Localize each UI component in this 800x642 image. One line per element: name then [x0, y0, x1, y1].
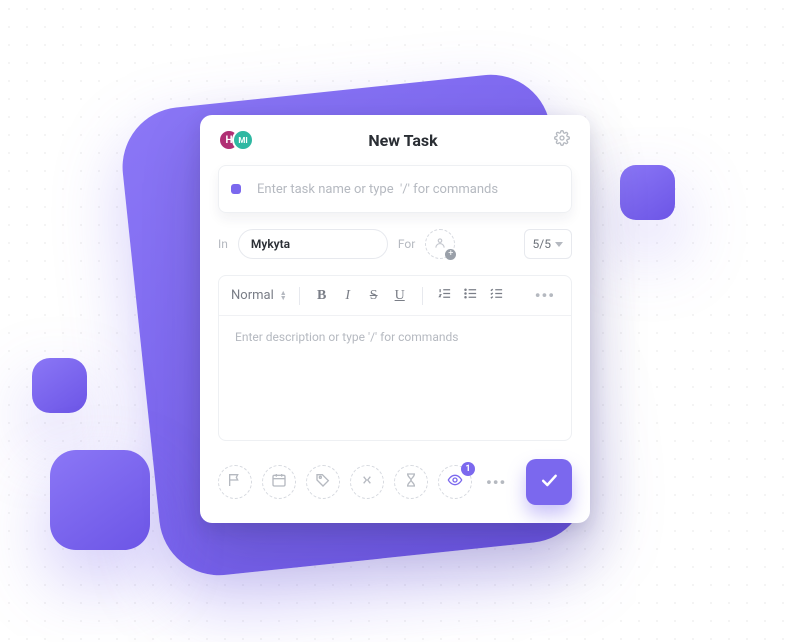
modal-header: H MI New Task: [218, 115, 572, 165]
time-estimate-button[interactable]: [394, 465, 428, 499]
person-icon: [433, 236, 447, 253]
ordered-list-button[interactable]: [435, 286, 455, 306]
decorative-blob: [50, 450, 150, 550]
in-label: In: [218, 237, 228, 251]
strikethrough-button[interactable]: S: [364, 286, 384, 306]
hourglass-icon: [403, 472, 419, 492]
dependencies-button[interactable]: [350, 465, 384, 499]
decorative-blob: [620, 165, 675, 220]
watchers-count-badge: 1: [461, 462, 475, 476]
create-task-button[interactable]: [526, 459, 572, 505]
toolbar-separator: [299, 287, 300, 305]
modal-title: New Task: [368, 131, 437, 150]
workspace-avatars[interactable]: H MI: [218, 129, 254, 151]
due-date-button[interactable]: [262, 465, 296, 499]
description-input[interactable]: [233, 328, 557, 424]
unordered-list-icon: [463, 286, 478, 305]
unordered-list-button[interactable]: [461, 286, 481, 306]
flag-icon: [227, 472, 243, 492]
task-name-row: [218, 165, 572, 213]
plus-icon: +: [445, 249, 456, 260]
text-style-label: Normal: [231, 288, 274, 303]
dependency-icon: [359, 472, 375, 492]
assignee-button[interactable]: +: [425, 229, 455, 259]
tags-button[interactable]: [306, 465, 340, 499]
modal-footer: 1 •••: [218, 459, 572, 505]
calendar-icon: [271, 472, 287, 492]
meta-row: In Mykyta For + 5/5: [218, 229, 572, 259]
location-value: Mykyta: [251, 237, 290, 251]
status-bullet-icon[interactable]: [231, 184, 241, 194]
for-label: For: [398, 237, 415, 251]
italic-button[interactable]: I: [338, 286, 358, 306]
editor-toolbar: Normal ▲▼ B I S U: [219, 276, 571, 316]
description-editor: Normal ▲▼ B I S U: [218, 275, 572, 441]
eye-icon: [447, 472, 463, 492]
priority-button[interactable]: [218, 465, 252, 499]
ordered-list-icon: [437, 286, 452, 305]
footer-more-button[interactable]: •••: [482, 473, 510, 492]
tag-icon: [315, 472, 331, 492]
task-count-dropdown[interactable]: 5/5: [524, 229, 572, 259]
new-task-modal: H MI New Task In Mykyta For +: [200, 115, 590, 523]
decorative-blob: [32, 358, 87, 413]
settings-button[interactable]: [552, 130, 572, 150]
task-name-input[interactable]: [255, 181, 559, 198]
toolbar-separator: [422, 287, 423, 305]
checklist-button[interactable]: [487, 286, 507, 306]
avatar: MI: [232, 129, 254, 151]
watchers-button[interactable]: 1: [438, 465, 472, 499]
bold-button[interactable]: B: [312, 286, 332, 306]
gear-icon: [554, 130, 570, 150]
chevron-down-icon: [555, 242, 563, 247]
checklist-icon: [489, 286, 504, 305]
sort-arrows-icon: ▲▼: [280, 291, 287, 301]
text-style-select[interactable]: Normal ▲▼: [231, 288, 287, 303]
footer-actions: 1 •••: [218, 465, 510, 499]
check-icon: [539, 470, 559, 494]
task-count-label: 5/5: [533, 237, 551, 251]
location-select[interactable]: Mykyta: [238, 229, 388, 259]
underline-button[interactable]: U: [390, 286, 410, 306]
toolbar-more-button[interactable]: •••: [531, 286, 559, 305]
